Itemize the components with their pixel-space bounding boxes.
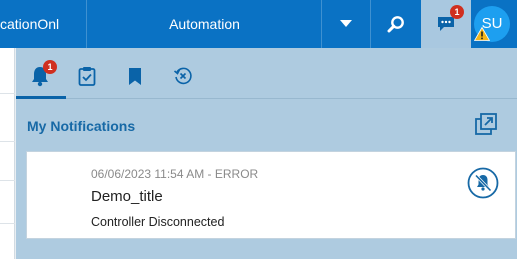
notification-tabs: 1 [16, 48, 517, 99]
automation-menu[interactable]: Automation [88, 0, 321, 48]
notification-title: Demo_title [91, 188, 163, 205]
clipboard-check-icon [78, 67, 96, 86]
app-title[interactable]: cationOnl [0, 0, 86, 48]
mute-bell-icon[interactable] [467, 167, 499, 199]
tab-notifications[interactable]: 1 [20, 56, 60, 96]
notification-meta: 06/06/2023 11:54 AM - ERROR [91, 167, 259, 181]
active-tab-indicator [16, 96, 66, 99]
background-panel [0, 48, 15, 259]
notification-message: Controller Disconnected [91, 215, 225, 229]
tab-bookmarks[interactable] [115, 56, 155, 96]
messages-button[interactable]: 1 [421, 0, 471, 48]
warning-icon [474, 27, 490, 41]
notification-card[interactable]: 06/06/2023 11:54 AM - ERROR Demo_title C… [26, 151, 516, 239]
caret-down-icon [340, 20, 352, 27]
dropdown-button[interactable] [322, 0, 370, 48]
top-bar: cationOnl Automation 1 SU [0, 0, 517, 48]
notification-panel: 1 My Notifications 06/06/2023 11:54 AM -… [16, 48, 517, 259]
section-title: My Notifications [27, 118, 136, 134]
search-icon [387, 16, 404, 33]
history-clear-icon [173, 67, 192, 85]
bookmark-icon [129, 67, 141, 85]
tab-tasks[interactable] [67, 56, 107, 96]
tab-history[interactable] [163, 56, 203, 96]
search-button[interactable] [371, 0, 421, 48]
messages-badge: 1 [450, 5, 464, 19]
notifications-badge: 1 [43, 60, 57, 74]
divider [86, 0, 87, 48]
popout-icon[interactable] [474, 112, 498, 136]
